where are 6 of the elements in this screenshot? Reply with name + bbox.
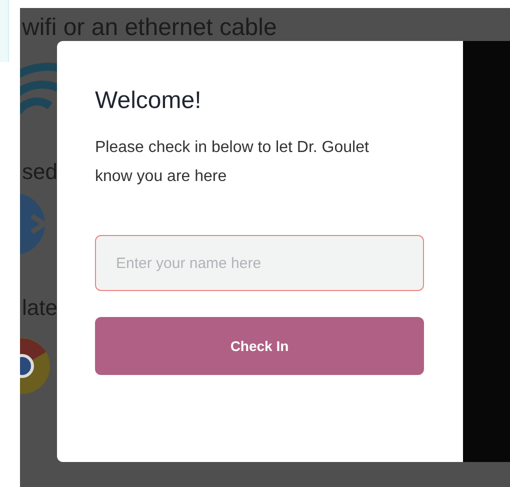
modal-message: Please check in below to let Dr. Goulet know you are here [95,138,370,187]
modal-title: Welcome! [95,86,202,116]
check-in-button[interactable]: Check In [95,317,424,375]
browser-logo-icon [20,336,50,396]
side-panel [0,0,9,62]
name-input-field[interactable]: Enter your name here [95,235,424,291]
